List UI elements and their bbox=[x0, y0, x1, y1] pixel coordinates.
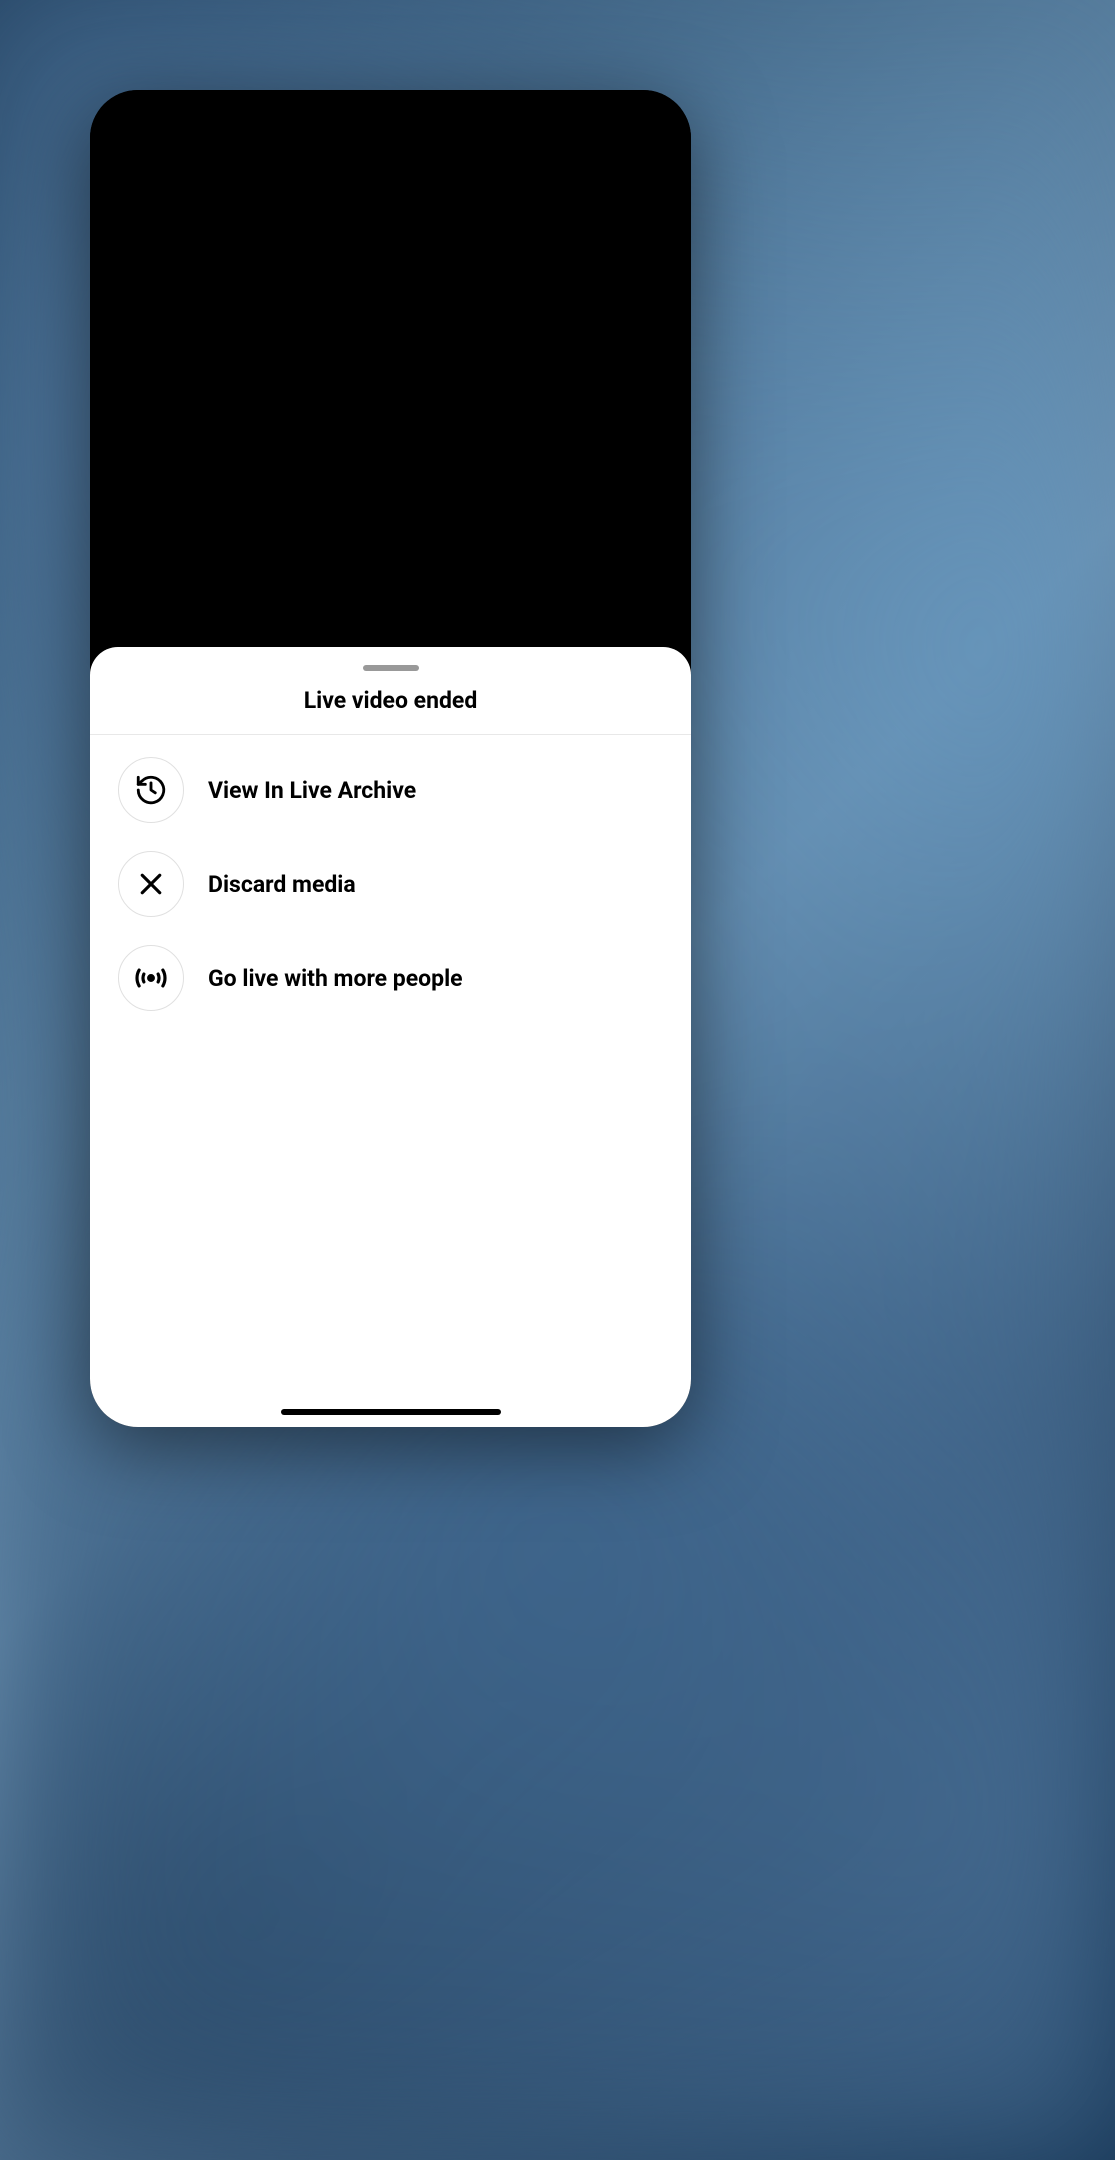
option-label: Discard media bbox=[208, 871, 356, 898]
broadcast-icon bbox=[118, 945, 184, 1011]
history-icon bbox=[118, 757, 184, 823]
discard-media-button[interactable]: Discard media bbox=[118, 851, 663, 917]
options-list: View In Live Archive Discard media bbox=[90, 735, 691, 1011]
home-indicator[interactable] bbox=[281, 1409, 501, 1415]
option-label: View In Live Archive bbox=[208, 777, 416, 804]
bottom-sheet: Live video ended View In Live Archive bbox=[90, 647, 691, 1427]
option-label: Go live with more people bbox=[208, 965, 463, 992]
sheet-title: Live video ended bbox=[90, 671, 691, 735]
close-icon bbox=[118, 851, 184, 917]
video-ended-black-area bbox=[90, 90, 691, 665]
view-in-live-archive-button[interactable]: View In Live Archive bbox=[118, 757, 663, 823]
phone-frame: Live video ended View In Live Archive bbox=[90, 90, 691, 1427]
go-live-with-more-people-button[interactable]: Go live with more people bbox=[118, 945, 663, 1011]
